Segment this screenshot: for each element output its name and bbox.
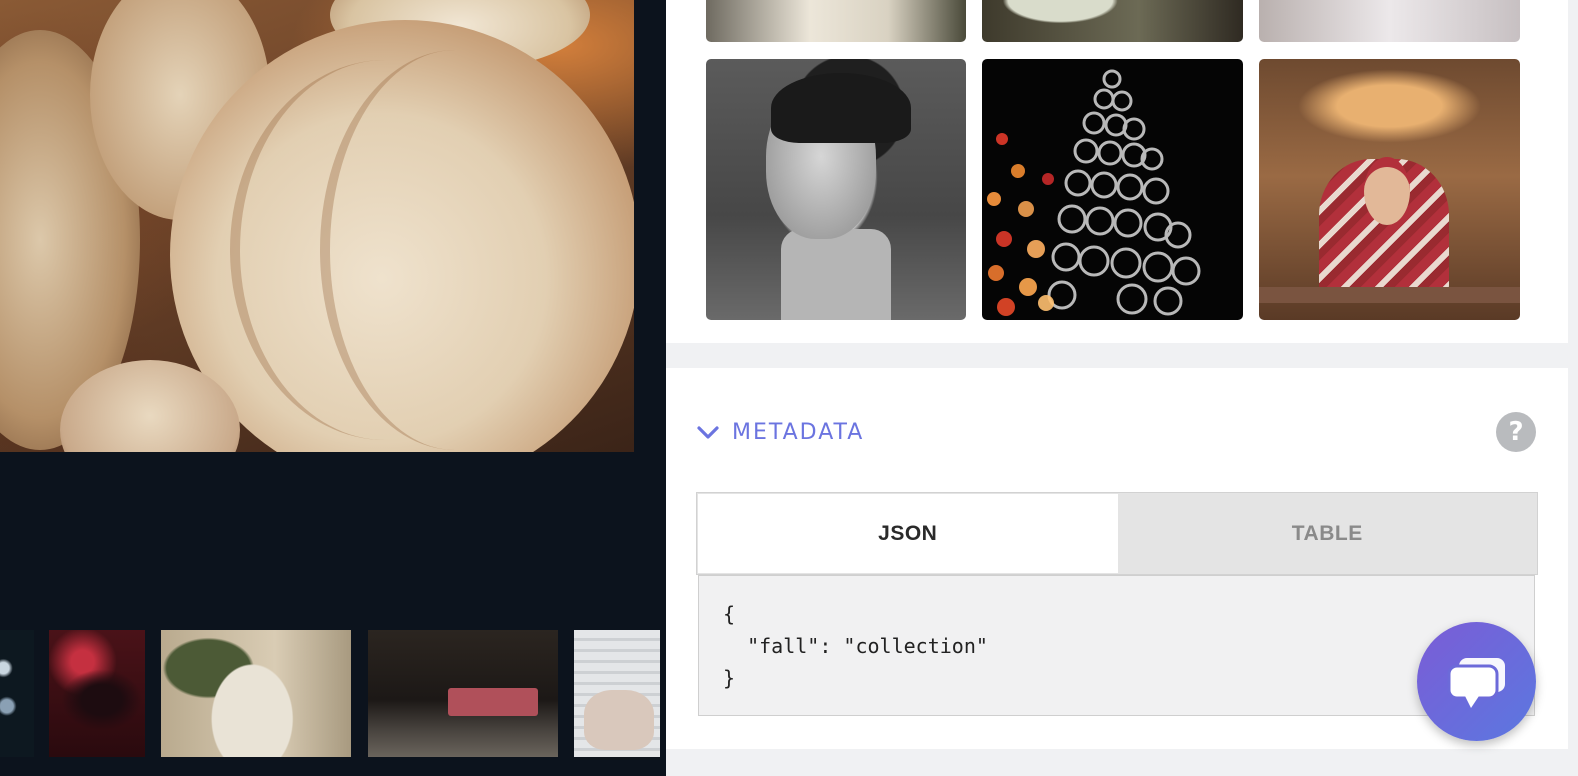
metadata-title: METADATA — [732, 420, 865, 445]
gallery-image-dress[interactable] — [706, 0, 966, 42]
gallery-image-fabric[interactable] — [1259, 0, 1520, 42]
portrait-neck — [781, 229, 891, 320]
metadata-json-textarea[interactable]: { "fall": "collection" } — [698, 575, 1535, 716]
hand-shape — [584, 690, 654, 750]
portrait-hair — [771, 73, 911, 143]
filmstrip-thumb-lights[interactable] — [0, 630, 34, 757]
table-shape — [1259, 287, 1520, 303]
filmstrip-thumb-bouquet[interactable] — [161, 630, 351, 757]
tab-table[interactable]: TABLE — [1118, 493, 1538, 574]
chevron-down-icon — [697, 425, 719, 439]
image-viewer — [0, 0, 666, 776]
pumpkin-rib — [320, 50, 590, 450]
metadata-toggle[interactable]: METADATA — [696, 420, 864, 445]
filmstrip-thumb-hand[interactable] — [574, 630, 660, 757]
main-image-pumpkins[interactable] — [0, 0, 634, 452]
metadata-tabs: JSON TABLE — [696, 492, 1538, 575]
tab-json[interactable]: JSON — [698, 494, 1118, 573]
gallery-image-bw-portrait[interactable] — [706, 59, 966, 320]
bokeh-lights-graphic — [987, 69, 1201, 316]
filmstrip-thumb-sunglasses[interactable] — [49, 630, 145, 757]
help-icon[interactable]: ? — [1496, 412, 1536, 452]
bed-shape — [448, 688, 538, 716]
related-images-card — [666, 0, 1568, 343]
chat-widget-button[interactable] — [1417, 622, 1536, 741]
chat-bubble-icon — [1447, 657, 1505, 708]
gallery-image-bokeh-lights[interactable] — [982, 59, 1243, 320]
gallery-image-red-sweater-woman[interactable] — [1259, 59, 1520, 320]
filmstrip — [0, 630, 666, 757]
filmstrip-thumb-bedroom[interactable] — [368, 630, 558, 757]
gallery-image-plant[interactable] — [982, 0, 1243, 42]
woman-head-shape — [1364, 157, 1410, 225]
